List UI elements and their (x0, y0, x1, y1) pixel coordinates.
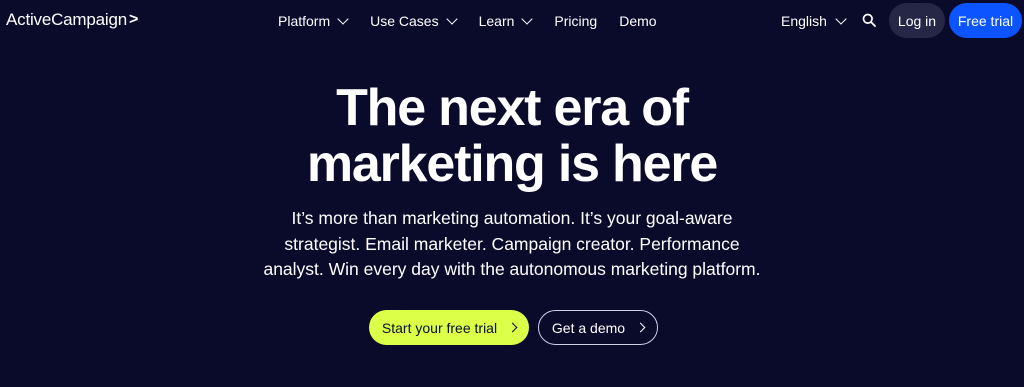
hero-title-line: marketing is here (306, 135, 718, 193)
login-label: Log in (897, 12, 937, 29)
chevron-down-icon (521, 13, 534, 25)
hero-subtitle-line: analyst. Win every day with the autonomo… (263, 259, 761, 279)
language-selector[interactable]: English (781, 12, 847, 30)
chevron-down-icon (835, 13, 847, 25)
nav-item-label: Learn (478, 13, 515, 29)
nav-item-learn[interactable]: Learn (478, 12, 534, 30)
hero-subtitle: It’s more than marketing automation. It’… (262, 206, 762, 283)
hero-subtitle-line: It’s more than marketing automation. It’… (291, 208, 733, 228)
logo-link[interactable]: ActiveCampaign > (6, 10, 138, 30)
page: ActiveCampaign > Platform Use Cases Lear… (0, 0, 1024, 387)
get-demo-label: Get a demo (551, 319, 626, 336)
hero-title-line: The next era of (336, 79, 689, 137)
nav-item-use-cases[interactable]: Use Cases (370, 12, 458, 30)
chevron-down-icon (337, 13, 349, 25)
start-free-trial-label: Start your free trial (381, 319, 498, 336)
chevron-down-icon (445, 13, 458, 25)
logo-chevron-icon: > (128, 11, 139, 28)
site-header: ActiveCampaign > Platform Use Cases Lear… (0, 0, 1024, 42)
chevron-right-icon (507, 322, 518, 333)
nav-item-pricing[interactable]: Pricing (554, 12, 597, 30)
login-button[interactable]: Log in (889, 3, 945, 38)
nav-item-demo[interactable]: Demo (619, 12, 656, 30)
language-label: English (781, 13, 827, 29)
free-trial-label: Free trial (957, 12, 1014, 29)
nav-item-label: Platform (278, 13, 331, 29)
free-trial-button[interactable]: Free trial (949, 3, 1022, 38)
hero-title: The next era of marketing is here (0, 80, 1024, 192)
chevron-right-icon (635, 322, 646, 333)
nav-item-label: Pricing (554, 13, 598, 29)
logo-text: ActiveCampaign (6, 10, 127, 29)
get-demo-button[interactable]: Get a demo (538, 310, 658, 345)
start-free-trial-button[interactable]: Start your free trial (369, 310, 529, 345)
hero-subtitle-line: strategist. Email marketer. Campaign cre… (284, 233, 740, 254)
nav-item-label: Use Cases (370, 13, 439, 29)
nav-item-platform[interactable]: Platform (278, 12, 349, 30)
main-nav: Platform Use Cases Learn Pricing Demo (278, 12, 657, 30)
nav-item-label: Demo (619, 13, 657, 29)
search-icon[interactable] (862, 13, 876, 27)
